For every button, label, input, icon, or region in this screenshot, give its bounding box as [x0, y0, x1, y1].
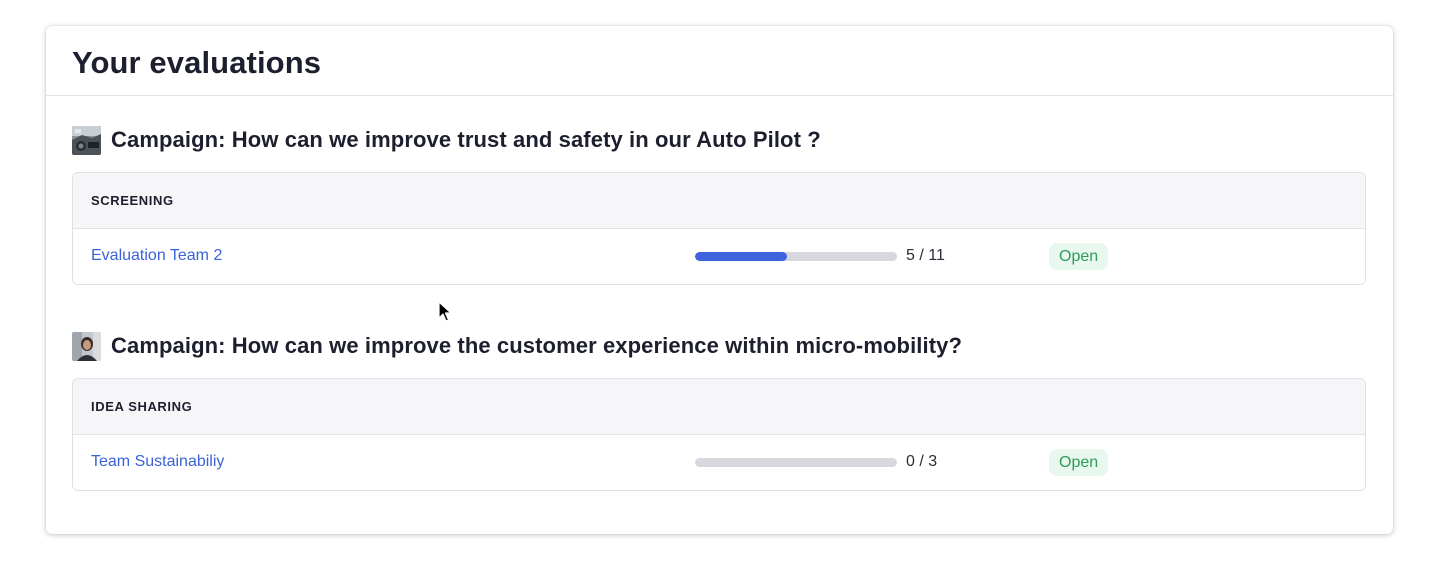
progress-count: 0 / 3 [906, 453, 938, 470]
campaign-section: Campaign: How can we improve trust and s… [72, 124, 1366, 285]
campaign-title: Campaign: How can we improve trust and s… [111, 127, 821, 152]
progress-fill [695, 252, 787, 261]
campaign-title: Campaign: How can we improve the custome… [111, 333, 963, 358]
person-photo-icon [72, 331, 101, 361]
card-header: Your evaluations [46, 26, 1393, 96]
team-link[interactable]: Team Sustainabiliy [91, 453, 224, 471]
campaign-section: Campaign: How can we improve the custome… [72, 330, 1366, 491]
phase-label: SCREENING [73, 173, 1365, 229]
campaign-header: Campaign: How can we improve trust and s… [72, 124, 1366, 156]
progress-count: 5 / 11 [906, 247, 945, 264]
phase-table: IDEA SHARING Team Sustainabiliy 0 / 3 Op… [72, 378, 1366, 491]
phase-label: IDEA SHARING [73, 379, 1365, 435]
page-title: Your evaluations [72, 44, 322, 80]
table-row: Team Sustainabiliy 0 / 3 Open [73, 435, 1365, 490]
table-row: Evaluation Team 2 5 / 11 Open [73, 229, 1365, 284]
progress-bar [695, 458, 897, 467]
mouse-cursor-icon [438, 301, 452, 322]
evaluations-card: Your evaluations Campaign: How can we im… [46, 26, 1393, 534]
team-link[interactable]: Evaluation Team 2 [91, 247, 222, 265]
status-badge: Open [1049, 449, 1109, 476]
progress-bar [695, 252, 897, 261]
status-badge: Open [1049, 243, 1109, 270]
campaign-header: Campaign: How can we improve the custome… [72, 330, 1366, 362]
phase-table: SCREENING Evaluation Team 2 5 / 11 Open [72, 172, 1366, 285]
car-interior-photo-icon [72, 125, 101, 155]
